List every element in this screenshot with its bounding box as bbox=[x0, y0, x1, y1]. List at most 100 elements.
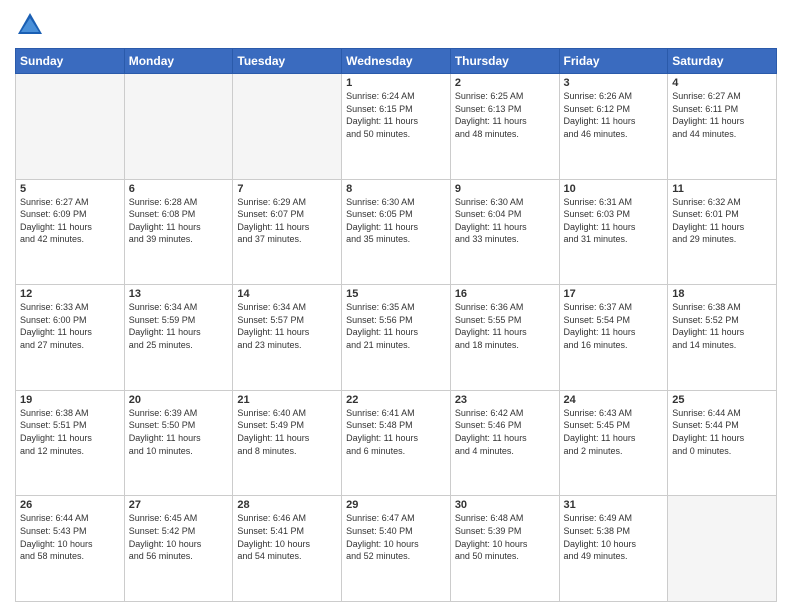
day-info: Sunrise: 6:27 AMSunset: 6:09 PMDaylight:… bbox=[20, 196, 120, 246]
day-info: Sunrise: 6:38 AMSunset: 5:52 PMDaylight:… bbox=[672, 301, 772, 351]
day-number: 6 bbox=[129, 183, 229, 195]
day-number: 11 bbox=[672, 183, 772, 195]
day-cell bbox=[124, 74, 233, 180]
day-info: Sunrise: 6:36 AMSunset: 5:55 PMDaylight:… bbox=[455, 301, 555, 351]
day-cell: 17Sunrise: 6:37 AMSunset: 5:54 PMDayligh… bbox=[559, 285, 668, 391]
day-number: 8 bbox=[346, 183, 446, 195]
day-info: Sunrise: 6:37 AMSunset: 5:54 PMDaylight:… bbox=[564, 301, 664, 351]
day-info: Sunrise: 6:29 AMSunset: 6:07 PMDaylight:… bbox=[237, 196, 337, 246]
day-number: 18 bbox=[672, 288, 772, 300]
day-cell: 15Sunrise: 6:35 AMSunset: 5:56 PMDayligh… bbox=[342, 285, 451, 391]
day-number: 27 bbox=[129, 499, 229, 511]
week-row-3: 19Sunrise: 6:38 AMSunset: 5:51 PMDayligh… bbox=[16, 390, 777, 496]
day-number: 7 bbox=[237, 183, 337, 195]
day-number: 29 bbox=[346, 499, 446, 511]
day-info: Sunrise: 6:44 AMSunset: 5:43 PMDaylight:… bbox=[20, 512, 120, 562]
day-number: 23 bbox=[455, 394, 555, 406]
day-number: 31 bbox=[564, 499, 664, 511]
day-number: 13 bbox=[129, 288, 229, 300]
day-number: 21 bbox=[237, 394, 337, 406]
day-cell: 5Sunrise: 6:27 AMSunset: 6:09 PMDaylight… bbox=[16, 179, 125, 285]
day-number: 2 bbox=[455, 77, 555, 89]
day-info: Sunrise: 6:40 AMSunset: 5:49 PMDaylight:… bbox=[237, 407, 337, 457]
day-cell: 22Sunrise: 6:41 AMSunset: 5:48 PMDayligh… bbox=[342, 390, 451, 496]
day-number: 9 bbox=[455, 183, 555, 195]
day-number: 16 bbox=[455, 288, 555, 300]
logo-icon bbox=[15, 10, 45, 40]
day-cell: 6Sunrise: 6:28 AMSunset: 6:08 PMDaylight… bbox=[124, 179, 233, 285]
day-info: Sunrise: 6:25 AMSunset: 6:13 PMDaylight:… bbox=[455, 90, 555, 140]
day-cell bbox=[233, 74, 342, 180]
day-info: Sunrise: 6:31 AMSunset: 6:03 PMDaylight:… bbox=[564, 196, 664, 246]
day-number: 5 bbox=[20, 183, 120, 195]
day-number: 20 bbox=[129, 394, 229, 406]
day-number: 17 bbox=[564, 288, 664, 300]
day-number: 4 bbox=[672, 77, 772, 89]
day-number: 25 bbox=[672, 394, 772, 406]
day-cell: 10Sunrise: 6:31 AMSunset: 6:03 PMDayligh… bbox=[559, 179, 668, 285]
day-cell: 7Sunrise: 6:29 AMSunset: 6:07 PMDaylight… bbox=[233, 179, 342, 285]
day-info: Sunrise: 6:26 AMSunset: 6:12 PMDaylight:… bbox=[564, 90, 664, 140]
day-cell: 9Sunrise: 6:30 AMSunset: 6:04 PMDaylight… bbox=[450, 179, 559, 285]
week-row-0: 1Sunrise: 6:24 AMSunset: 6:15 PMDaylight… bbox=[16, 74, 777, 180]
day-info: Sunrise: 6:30 AMSunset: 6:04 PMDaylight:… bbox=[455, 196, 555, 246]
day-info: Sunrise: 6:42 AMSunset: 5:46 PMDaylight:… bbox=[455, 407, 555, 457]
day-cell: 21Sunrise: 6:40 AMSunset: 5:49 PMDayligh… bbox=[233, 390, 342, 496]
weekday-header-sunday: Sunday bbox=[16, 49, 125, 74]
weekday-header-row: SundayMondayTuesdayWednesdayThursdayFrid… bbox=[16, 49, 777, 74]
week-row-4: 26Sunrise: 6:44 AMSunset: 5:43 PMDayligh… bbox=[16, 496, 777, 602]
weekday-header-saturday: Saturday bbox=[668, 49, 777, 74]
day-cell: 28Sunrise: 6:46 AMSunset: 5:41 PMDayligh… bbox=[233, 496, 342, 602]
day-info: Sunrise: 6:38 AMSunset: 5:51 PMDaylight:… bbox=[20, 407, 120, 457]
week-row-2: 12Sunrise: 6:33 AMSunset: 6:00 PMDayligh… bbox=[16, 285, 777, 391]
day-cell: 4Sunrise: 6:27 AMSunset: 6:11 PMDaylight… bbox=[668, 74, 777, 180]
day-number: 28 bbox=[237, 499, 337, 511]
header bbox=[15, 10, 777, 40]
day-info: Sunrise: 6:45 AMSunset: 5:42 PMDaylight:… bbox=[129, 512, 229, 562]
day-number: 10 bbox=[564, 183, 664, 195]
day-cell: 20Sunrise: 6:39 AMSunset: 5:50 PMDayligh… bbox=[124, 390, 233, 496]
day-info: Sunrise: 6:41 AMSunset: 5:48 PMDaylight:… bbox=[346, 407, 446, 457]
weekday-header-thursday: Thursday bbox=[450, 49, 559, 74]
day-cell: 11Sunrise: 6:32 AMSunset: 6:01 PMDayligh… bbox=[668, 179, 777, 285]
day-cell: 23Sunrise: 6:42 AMSunset: 5:46 PMDayligh… bbox=[450, 390, 559, 496]
day-info: Sunrise: 6:35 AMSunset: 5:56 PMDaylight:… bbox=[346, 301, 446, 351]
weekday-header-monday: Monday bbox=[124, 49, 233, 74]
day-info: Sunrise: 6:34 AMSunset: 5:57 PMDaylight:… bbox=[237, 301, 337, 351]
day-info: Sunrise: 6:28 AMSunset: 6:08 PMDaylight:… bbox=[129, 196, 229, 246]
day-number: 3 bbox=[564, 77, 664, 89]
day-cell: 31Sunrise: 6:49 AMSunset: 5:38 PMDayligh… bbox=[559, 496, 668, 602]
day-cell: 1Sunrise: 6:24 AMSunset: 6:15 PMDaylight… bbox=[342, 74, 451, 180]
day-cell: 25Sunrise: 6:44 AMSunset: 5:44 PMDayligh… bbox=[668, 390, 777, 496]
day-number: 15 bbox=[346, 288, 446, 300]
day-cell: 16Sunrise: 6:36 AMSunset: 5:55 PMDayligh… bbox=[450, 285, 559, 391]
day-info: Sunrise: 6:39 AMSunset: 5:50 PMDaylight:… bbox=[129, 407, 229, 457]
calendar-table: SundayMondayTuesdayWednesdayThursdayFrid… bbox=[15, 48, 777, 602]
day-number: 14 bbox=[237, 288, 337, 300]
weekday-header-wednesday: Wednesday bbox=[342, 49, 451, 74]
day-cell bbox=[16, 74, 125, 180]
day-cell: 19Sunrise: 6:38 AMSunset: 5:51 PMDayligh… bbox=[16, 390, 125, 496]
day-cell: 13Sunrise: 6:34 AMSunset: 5:59 PMDayligh… bbox=[124, 285, 233, 391]
day-info: Sunrise: 6:43 AMSunset: 5:45 PMDaylight:… bbox=[564, 407, 664, 457]
day-info: Sunrise: 6:34 AMSunset: 5:59 PMDaylight:… bbox=[129, 301, 229, 351]
page: SundayMondayTuesdayWednesdayThursdayFrid… bbox=[0, 0, 792, 612]
day-info: Sunrise: 6:49 AMSunset: 5:38 PMDaylight:… bbox=[564, 512, 664, 562]
day-info: Sunrise: 6:24 AMSunset: 6:15 PMDaylight:… bbox=[346, 90, 446, 140]
day-cell: 26Sunrise: 6:44 AMSunset: 5:43 PMDayligh… bbox=[16, 496, 125, 602]
day-cell: 29Sunrise: 6:47 AMSunset: 5:40 PMDayligh… bbox=[342, 496, 451, 602]
day-number: 19 bbox=[20, 394, 120, 406]
day-info: Sunrise: 6:46 AMSunset: 5:41 PMDaylight:… bbox=[237, 512, 337, 562]
day-number: 1 bbox=[346, 77, 446, 89]
day-info: Sunrise: 6:30 AMSunset: 6:05 PMDaylight:… bbox=[346, 196, 446, 246]
day-info: Sunrise: 6:27 AMSunset: 6:11 PMDaylight:… bbox=[672, 90, 772, 140]
day-info: Sunrise: 6:44 AMSunset: 5:44 PMDaylight:… bbox=[672, 407, 772, 457]
logo bbox=[15, 10, 49, 40]
day-number: 22 bbox=[346, 394, 446, 406]
day-cell: 27Sunrise: 6:45 AMSunset: 5:42 PMDayligh… bbox=[124, 496, 233, 602]
day-number: 12 bbox=[20, 288, 120, 300]
day-cell: 30Sunrise: 6:48 AMSunset: 5:39 PMDayligh… bbox=[450, 496, 559, 602]
day-number: 30 bbox=[455, 499, 555, 511]
day-number: 24 bbox=[564, 394, 664, 406]
day-cell: 14Sunrise: 6:34 AMSunset: 5:57 PMDayligh… bbox=[233, 285, 342, 391]
